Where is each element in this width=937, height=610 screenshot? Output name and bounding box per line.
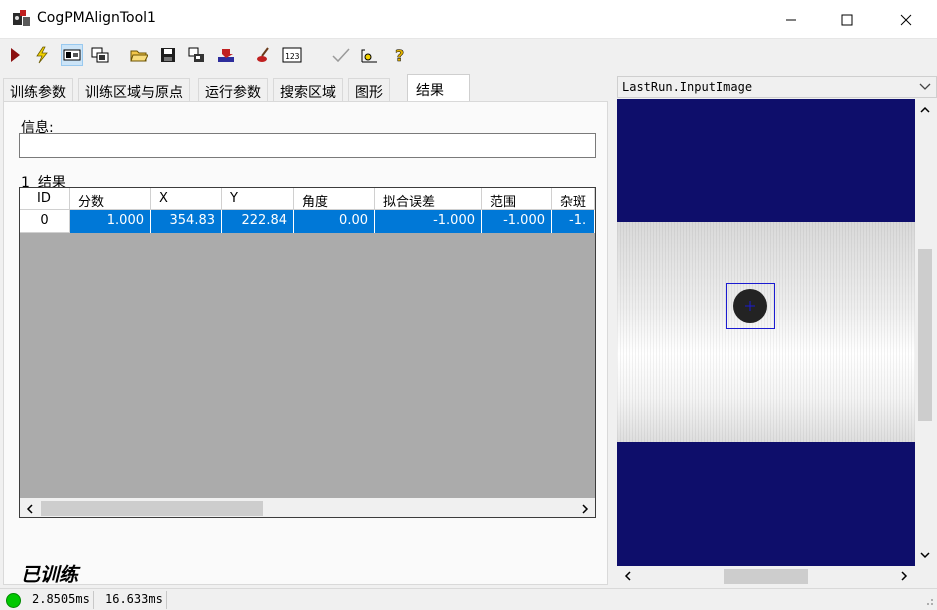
tab-results[interactable]: 结果	[407, 74, 470, 103]
cell-clutter[interactable]: -1.	[552, 210, 595, 233]
close-button[interactable]	[883, 0, 929, 39]
column-header-angle[interactable]: 角度	[294, 188, 375, 210]
resize-grip-icon[interactable]	[922, 594, 934, 606]
floating-display-icon	[91, 47, 109, 63]
counter-icon: 123	[282, 47, 302, 63]
tab-strip: 训练参数 训练区域与原点 运行参数 搜索区域 图形 结果	[3, 74, 603, 103]
tool-button[interactable]	[358, 44, 380, 66]
column-header-x[interactable]: X	[151, 188, 222, 210]
import-icon	[218, 49, 234, 62]
last-run-time: 2.8505ms	[29, 591, 94, 609]
tab-train-params[interactable]: 训练参数	[3, 78, 73, 102]
tab-graphics[interactable]: 图形	[348, 78, 390, 102]
column-header-id[interactable]: ID	[20, 188, 70, 210]
import-button[interactable]	[215, 44, 237, 66]
tab-train-region-origin[interactable]: 训练区域与原点	[78, 78, 190, 102]
training-status: 已训练	[21, 564, 79, 586]
run-button[interactable]	[4, 44, 26, 66]
minimize-icon	[786, 19, 796, 20]
minimize-button[interactable]	[768, 0, 814, 39]
crosshair-icon	[745, 301, 755, 311]
reset-button[interactable]	[186, 44, 208, 66]
tab-search-region[interactable]: 搜索区域	[273, 78, 343, 102]
cell-coverage[interactable]: -1.000	[482, 210, 552, 233]
reset-icon	[188, 47, 204, 62]
chevron-down-icon	[919, 83, 931, 90]
checkmark-icon	[332, 48, 350, 63]
display-button[interactable]	[61, 44, 83, 66]
cell-x[interactable]: 354.83	[151, 210, 222, 233]
electric-icon	[36, 46, 48, 64]
scroll-right-icon[interactable]	[577, 501, 593, 516]
image-display-pane: LastRun.InputImage	[612, 71, 937, 588]
maximize-icon	[841, 14, 853, 25]
terminal-icon	[257, 47, 269, 62]
column-header-coverage[interactable]: 范围	[482, 188, 552, 210]
counter-button[interactable]: 123	[281, 44, 303, 66]
column-header-fit-error[interactable]: 拟合误差	[375, 188, 482, 210]
column-header-y[interactable]: Y	[222, 188, 294, 210]
help-icon: ?	[395, 46, 405, 64]
image-source-select[interactable]: LastRun.InputImage	[617, 76, 937, 98]
total-time: 16.633ms	[102, 591, 167, 609]
maximize-button[interactable]	[824, 0, 870, 39]
cell-fit-error[interactable]: -1.000	[375, 210, 482, 233]
display-icon	[63, 49, 81, 61]
title-bar: CogPMAlignTool1	[0, 0, 937, 39]
electric-button[interactable]	[31, 44, 53, 66]
display-vertical-scrollbar[interactable]	[915, 99, 935, 566]
save-icon	[161, 48, 175, 62]
scrollbar-thumb[interactable]	[41, 501, 263, 516]
input-image	[617, 222, 915, 442]
tool-edit-pane: 训练参数 训练区域与原点 运行参数 搜索区域 图形 结果 信息: 1 结果 ID …	[0, 71, 612, 588]
cell-score[interactable]: 1.000	[70, 210, 151, 233]
floating-display-button[interactable]	[89, 44, 111, 66]
help-button[interactable]: ?	[389, 44, 411, 66]
save-button[interactable]	[157, 44, 179, 66]
scroll-right-icon[interactable]	[897, 566, 911, 586]
terminal-button[interactable]	[254, 44, 276, 66]
scrollbar-thumb[interactable]	[918, 249, 932, 421]
tool-icon	[361, 49, 377, 63]
image-display[interactable]	[617, 99, 915, 566]
results-table[interactable]: ID 分数 X Y 角度 拟合误差 范围 杂斑 0 1.000 354.83 2…	[19, 187, 596, 518]
svg-text:?: ?	[395, 46, 404, 64]
status-bar: 2.8505ms 16.633ms	[0, 588, 937, 610]
scrollbar-thumb[interactable]	[724, 569, 808, 584]
image-source-value: LastRun.InputImage	[622, 80, 753, 94]
table-header: ID 分数 X Y 角度 拟合误差 范围 杂斑	[20, 188, 595, 210]
close-icon	[900, 14, 912, 25]
window-title: CogPMAlignTool1	[37, 10, 156, 26]
table-row[interactable]: 0 1.000 354.83 222.84 0.00 -1.000 -1.000…	[20, 210, 595, 233]
scroll-down-icon[interactable]	[915, 548, 935, 562]
app-icon	[12, 9, 31, 28]
cell-angle[interactable]: 0.00	[294, 210, 375, 233]
cell-y[interactable]: 222.84	[222, 210, 294, 233]
table-horizontal-scrollbar[interactable]	[20, 498, 595, 517]
tab-run-params[interactable]: 运行参数	[198, 78, 268, 102]
run-icon	[11, 48, 20, 62]
info-field[interactable]	[19, 133, 596, 158]
scroll-left-icon[interactable]	[22, 501, 38, 516]
scroll-left-icon[interactable]	[621, 566, 635, 586]
column-header-clutter[interactable]: 杂斑	[552, 188, 595, 210]
match-region-box[interactable]	[726, 283, 775, 329]
toolbar: 123 ?	[0, 39, 937, 71]
cell-id[interactable]: 0	[20, 210, 70, 233]
open-icon	[130, 50, 148, 62]
column-header-score[interactable]: 分数	[70, 188, 151, 210]
svg-text:123: 123	[285, 52, 300, 61]
status-led-icon	[6, 593, 21, 608]
checkmark-button[interactable]	[330, 44, 352, 66]
open-button[interactable]	[128, 44, 150, 66]
scroll-up-icon[interactable]	[915, 103, 935, 117]
results-page: 信息: 1 结果 ID 分数 X Y 角度 拟合误差 范围 杂斑 0 1.000 …	[3, 101, 608, 586]
display-horizontal-scrollbar[interactable]	[617, 566, 915, 586]
